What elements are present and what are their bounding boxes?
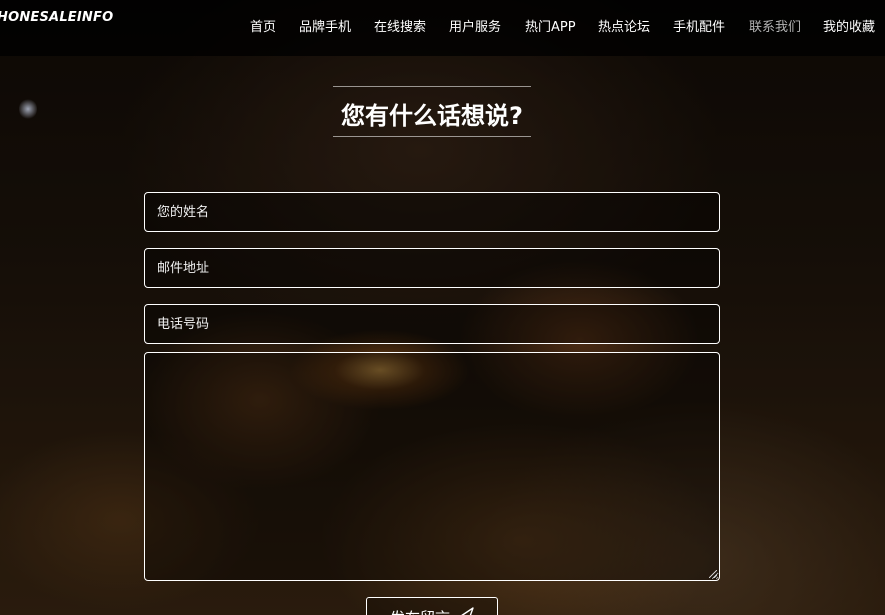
background-light — [19, 98, 37, 120]
nav-item-hot-apps[interactable]: 热门APP — [525, 16, 576, 35]
nav-item-brand-phones[interactable]: 品牌手机 — [299, 16, 351, 35]
nav-item-accessories[interactable]: 手机配件 — [673, 16, 725, 35]
nav-item-user-service[interactable]: 用户服务 — [449, 16, 501, 35]
main-nav: 首页 品牌手机 在线搜索 用户服务 热门APP 热点论坛 手机配件 联系我们 我… — [0, 16, 885, 36]
submit-button[interactable]: 发布留言 — [366, 597, 498, 615]
nav-item-favorites[interactable]: 我的收藏 — [823, 16, 875, 35]
paper-plane-icon — [460, 607, 474, 615]
nav-item-contact[interactable]: 联系我们 — [749, 16, 801, 35]
submit-label: 发布留言 — [390, 607, 450, 615]
page-title: 您有什么话想说? — [341, 102, 523, 130]
resize-grip-icon[interactable] — [709, 570, 717, 578]
navbar: HONESALEINFO 首页 品牌手机 在线搜索 用户服务 热门APP 热点论… — [0, 0, 885, 56]
heading-frame: 您有什么话想说? — [333, 86, 531, 137]
name-field[interactable] — [144, 192, 720, 232]
phone-field[interactable] — [144, 304, 720, 344]
nav-item-online-search[interactable]: 在线搜索 — [374, 16, 426, 35]
message-textarea[interactable] — [144, 352, 720, 581]
nav-item-forum[interactable]: 热点论坛 — [598, 16, 650, 35]
nav-item-home[interactable]: 首页 — [250, 16, 276, 35]
email-field[interactable] — [144, 248, 720, 288]
